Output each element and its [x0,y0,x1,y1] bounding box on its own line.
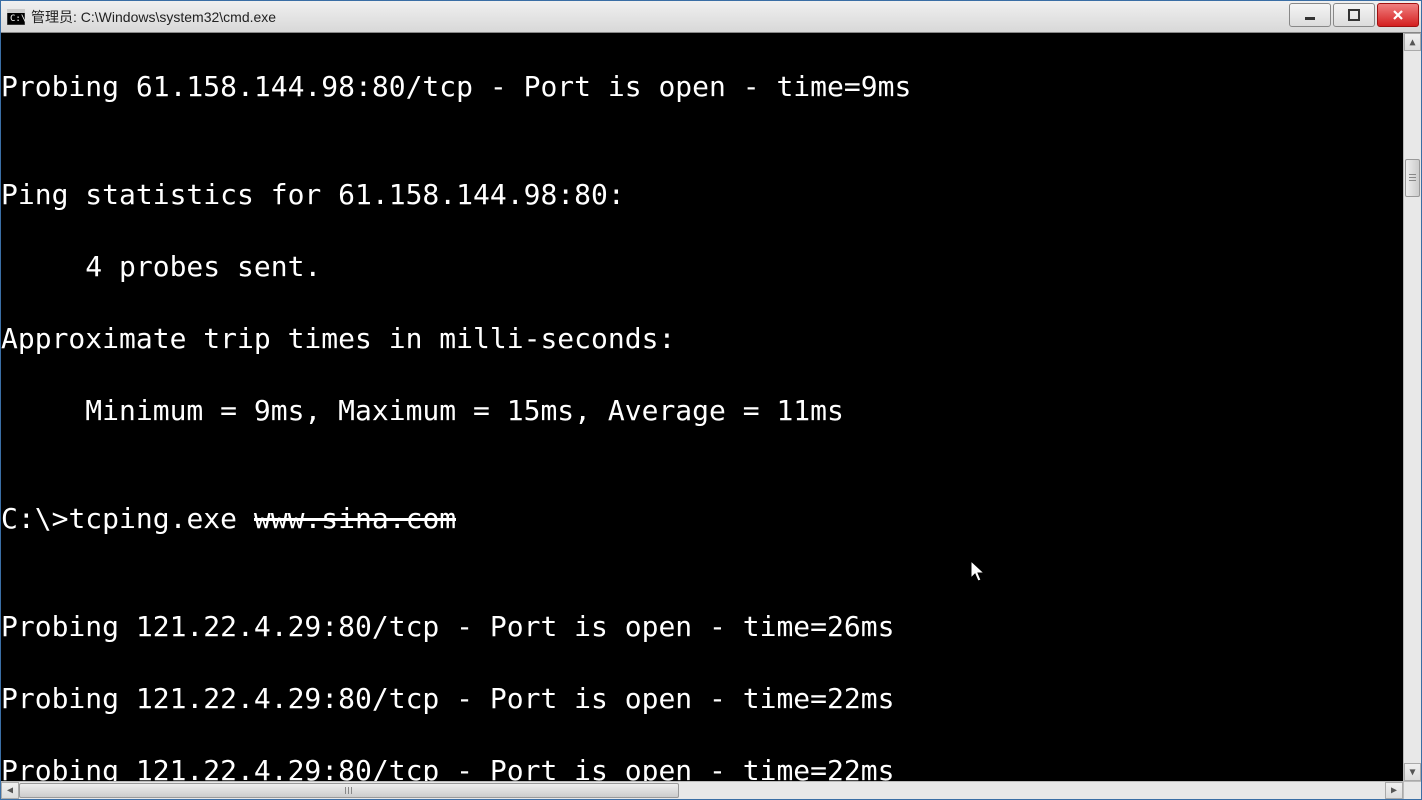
close-button[interactable] [1377,3,1419,27]
scroll-right-button[interactable]: ▶ [1385,782,1403,799]
horizontal-scroll-thumb[interactable] [19,783,679,798]
command-text: tcping.exe [68,502,253,535]
scroll-corner [1403,781,1421,799]
cmd-icon: C:\ [7,8,25,26]
horizontal-scroll-track[interactable] [19,782,1385,799]
cmd-window: C:\ 管理员: C:\Windows\system32\cmd.exe Pro… [0,0,1422,800]
window-title: 管理员: C:\Windows\system32\cmd.exe [31,7,276,27]
maximize-button[interactable] [1333,3,1375,27]
svg-text:C:\: C:\ [10,14,25,24]
terminal-output[interactable]: Probing 61.158.144.98:80/tcp - Port is o… [1,33,1403,781]
redacted-argument: www.sina.com [254,502,456,535]
output-line: 4 probes sent. [1,249,1403,285]
horizontal-scrollbar[interactable]: ◀ ▶ [1,781,1403,799]
output-line: Probing 121.22.4.29:80/tcp - Port is ope… [1,681,1403,717]
output-line: Probing 61.158.144.98:80/tcp - Port is o… [1,69,1403,105]
scroll-down-button[interactable]: ▼ [1404,763,1421,781]
vertical-scrollbar[interactable]: ▲ ▼ [1403,33,1421,781]
vertical-scroll-track[interactable] [1404,51,1421,763]
scroll-up-button[interactable]: ▲ [1404,33,1421,51]
output-line: Minimum = 9ms, Maximum = 15ms, Average =… [1,393,1403,429]
titlebar[interactable]: C:\ 管理员: C:\Windows\system32\cmd.exe [1,1,1421,33]
output-line: Probing 121.22.4.29:80/tcp - Port is ope… [1,609,1403,645]
prompt: C:\> [1,502,68,535]
vertical-scroll-thumb[interactable] [1405,159,1420,197]
command-line: C:\>tcping.exe www.sina.com [1,501,1403,537]
scroll-left-button[interactable]: ◀ [1,782,19,799]
window-controls [1289,3,1419,27]
terminal-area: Probing 61.158.144.98:80/tcp - Port is o… [1,33,1421,781]
output-line: Ping statistics for 61.158.144.98:80: [1,177,1403,213]
output-line: Approximate trip times in milli-seconds: [1,321,1403,357]
minimize-button[interactable] [1289,3,1331,27]
output-line: Probing 121.22.4.29:80/tcp - Port is ope… [1,753,1403,781]
